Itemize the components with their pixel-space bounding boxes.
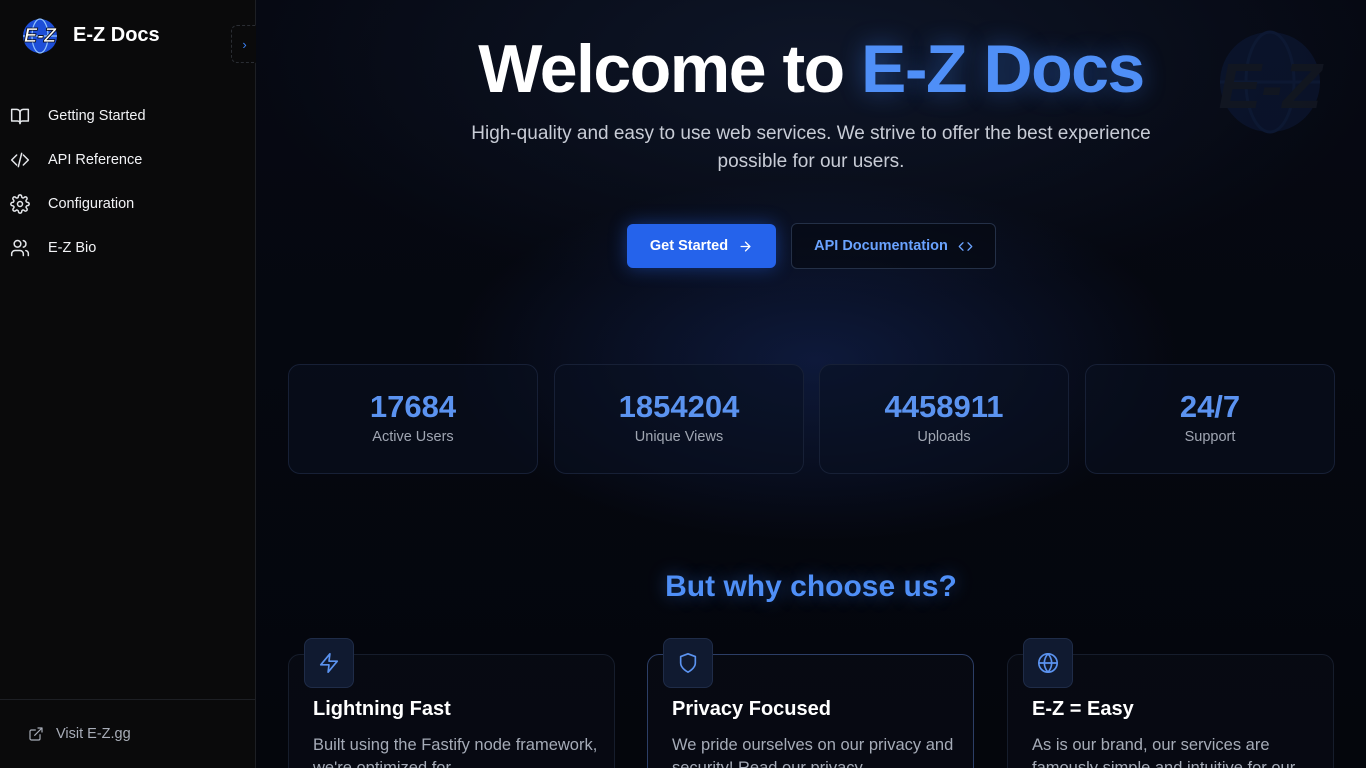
stat-value: 24/7 <box>1179 389 1241 424</box>
sidebar-item-api-reference[interactable]: API Reference <box>0 138 256 182</box>
sidebar-item-configuration[interactable]: Configuration <box>0 182 256 226</box>
feature-description: We pride ourselves on our privacy and se… <box>672 736 954 768</box>
get-started-button[interactable]: Get Started <box>627 224 776 268</box>
users-icon <box>10 239 30 257</box>
sidebar-nav: Getting Started API Reference Configurat… <box>0 94 256 270</box>
feature-description: As is our brand, our services are famous… <box>1032 736 1296 768</box>
stat-value: 4458911 <box>884 389 1004 424</box>
stat-card-unique-views: 1854204 Unique Views <box>554 364 804 474</box>
stat-card-uploads: 4458911 Uploads <box>819 364 1069 474</box>
api-documentation-button[interactable]: API Documentation <box>791 223 996 269</box>
visit-ez-link[interactable]: Visit E-Z.gg <box>0 699 256 768</box>
visit-ez-label: Visit E-Z.gg <box>56 726 131 742</box>
stat-card-active-users: 17684 Active Users <box>288 364 538 474</box>
ez-logo-icon: E-Z <box>23 18 57 54</box>
sidebar-item-label: API Reference <box>48 152 143 168</box>
feature-icon-box <box>1023 638 1073 688</box>
hero-title-prefix: Welcome to <box>478 31 862 107</box>
stat-label: Active Users <box>372 429 454 445</box>
feature-card-privacy-focused: Privacy Focused We pride ourselves on ou… <box>647 638 974 768</box>
shield-icon <box>679 653 697 673</box>
stat-card-support: 24/7 Support <box>1085 364 1335 474</box>
sidebar: E-Z E-Z Docs › Getting Started API Refer… <box>0 0 257 768</box>
hero-title-accent: E-Z Docs <box>861 31 1145 107</box>
sidebar-collapse-button[interactable]: › <box>231 25 257 63</box>
external-link-icon <box>29 727 43 741</box>
book-open-icon <box>10 108 30 125</box>
hero-subtitle: High-quality and easy to use web service… <box>471 123 1151 172</box>
feature-icon-box <box>663 638 713 688</box>
svg-text:E-Z: E-Z <box>24 25 57 47</box>
arrow-right-icon <box>740 241 751 251</box>
stat-label: Unique Views <box>634 429 724 445</box>
globe-icon <box>1038 653 1058 673</box>
chevron-right-icon: › <box>242 36 247 52</box>
lightning-icon <box>319 653 339 673</box>
api-documentation-label: API Documentation <box>814 238 948 254</box>
sidebar-item-label: Configuration <box>48 196 135 212</box>
feature-title: Privacy Focused <box>672 698 831 720</box>
feature-card-ez-easy: E-Z = Easy As is our brand, our services… <box>1007 638 1334 768</box>
sidebar-item-getting-started[interactable]: Getting Started <box>0 94 256 138</box>
code-icon <box>958 241 973 251</box>
gear-icon <box>10 194 30 214</box>
sidebar-item-label: Getting Started <box>48 108 146 124</box>
sidebar-item-label: E-Z Bio <box>48 240 97 256</box>
feature-icon-box <box>304 638 354 688</box>
feature-description: Built using the Fastify node framework, … <box>313 736 598 768</box>
stat-value: 17684 <box>369 389 457 424</box>
sidebar-item-ez-bio[interactable]: E-Z Bio <box>0 226 256 270</box>
brand[interactable]: E-Z E-Z Docs <box>15 15 160 55</box>
feature-title: Lightning Fast <box>313 698 451 720</box>
feature-title: E-Z = Easy <box>1032 698 1134 720</box>
feature-card-lightning-fast: Lightning Fast Built using the Fastify n… <box>288 638 615 768</box>
hero-title: Welcome to E-Z Docs <box>256 30 1366 108</box>
features-heading: But why choose us? <box>665 570 957 603</box>
app-window: E-Z E-Z Docs › Getting Started API Refer… <box>0 0 1366 768</box>
brand-name: E-Z Docs <box>73 23 160 46</box>
stat-label: Support <box>1184 429 1236 445</box>
stat-value: 1854204 <box>618 389 740 424</box>
stat-label: Uploads <box>917 429 971 445</box>
main-content: E-Z Welcome to E-Z Docs High-quality and… <box>256 0 1366 768</box>
get-started-label: Get Started <box>649 238 729 254</box>
code-icon <box>10 152 30 168</box>
